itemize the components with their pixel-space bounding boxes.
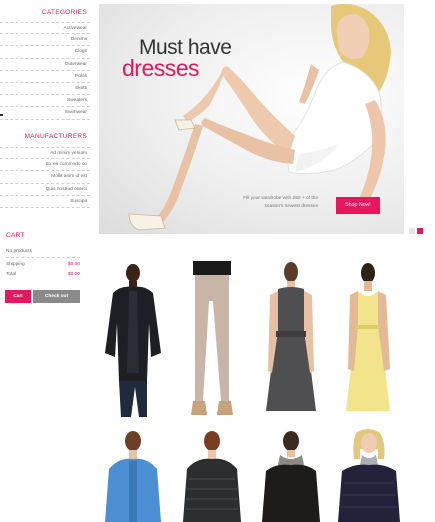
- product-card[interactable]: [99, 429, 169, 522]
- black-leather-jacket-image: [105, 264, 161, 417]
- manufacturer-item[interactable]: Quis nostrud exerci: [0, 184, 90, 196]
- beige-trousers-image: [191, 261, 233, 415]
- category-item[interactable]: Skirts: [0, 83, 90, 96]
- hero-subtext: Fill your wardrobe with 250 + of the sea…: [243, 196, 318, 209]
- product-card[interactable]: [177, 429, 247, 522]
- shop-now-button[interactable]: Shop Now!: [336, 197, 380, 214]
- manufacturer-item[interactable]: Mollit anim id est: [0, 171, 90, 184]
- shipping-row: Shipping $0.00: [6, 260, 80, 271]
- manufacturers-heading: MANUFACTURERS: [24, 133, 87, 140]
- category-item[interactable]: Outerwear: [0, 59, 90, 71]
- product-card[interactable]: [334, 261, 404, 421]
- manufacturer-item[interactable]: Ad minim veniam: [0, 147, 90, 160]
- manufacturer-item[interactable]: Suscipit: [0, 196, 90, 208]
- cart-heading: CART: [6, 232, 25, 239]
- shipping-value: $0.00: [67, 261, 80, 267]
- checkout-button[interactable]: Check out: [33, 290, 80, 303]
- product-card[interactable]: [256, 429, 326, 522]
- no-products-label: No products: [6, 249, 32, 254]
- total-row: Total $0.00: [6, 270, 80, 281]
- yellow-dress-image: [346, 263, 390, 411]
- quilted-black-jacket-image: [183, 431, 241, 522]
- hero-banner[interactable]: Must have dresses Fill your wardrobe wit…: [99, 4, 404, 234]
- category-item[interactable]: Sweaters: [0, 95, 90, 108]
- black-coat-image: [262, 431, 320, 522]
- category-item[interactable]: Polos: [0, 71, 90, 83]
- cart-empty-row: No products: [6, 247, 80, 258]
- manufacturers-list: Ad minim veniam Ex ea commodo co Mollit …: [0, 147, 90, 208]
- shipping-label: Shipping: [6, 261, 25, 267]
- product-grid: [99, 261, 404, 522]
- product-card[interactable]: [177, 261, 247, 421]
- category-item[interactable]: Activewear: [0, 22, 90, 35]
- total-label: Total: [6, 272, 17, 277]
- slider-dot[interactable]: [409, 228, 415, 234]
- slider-dot-active[interactable]: [417, 228, 423, 234]
- slider-pagination: [409, 228, 423, 234]
- category-item[interactable]: Swimwear: [0, 107, 90, 120]
- categories-list: Activewear Denims Clogs Outerwear Polos …: [0, 22, 90, 120]
- product-card[interactable]: [256, 261, 326, 421]
- cart-button[interactable]: Cart: [5, 290, 31, 303]
- manufacturer-item[interactable]: Ex ea commodo co: [0, 159, 90, 172]
- hero-heading-line2: dresses: [122, 55, 200, 81]
- total-value: $0.00: [67, 272, 80, 277]
- product-card[interactable]: [334, 429, 404, 522]
- grey-dress-image: [266, 262, 316, 411]
- category-item[interactable]: Clogs: [0, 46, 90, 59]
- navy-puffer-jacket-image: [338, 429, 400, 522]
- cart-summary: No products Shipping $0.00 Total $0.00: [6, 247, 80, 281]
- product-card[interactable]: [99, 261, 169, 421]
- category-item[interactable]: Denims: [0, 34, 90, 47]
- blue-jacket-image: [105, 431, 161, 522]
- active-category-marker: [0, 114, 3, 116]
- categories-heading: CATEGORIES: [41, 9, 87, 16]
